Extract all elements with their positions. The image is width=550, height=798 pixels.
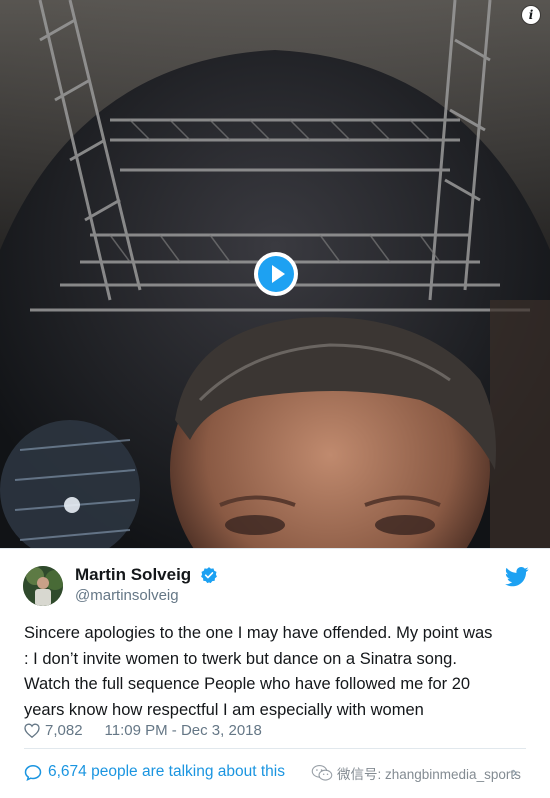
conversation-link[interactable]: 6,674 people are talking about this xyxy=(24,763,285,781)
tweet-text-line: Watch the full sequence People who have … xyxy=(24,675,471,693)
tweet-text-line: : I don’t invite women to twerk but danc… xyxy=(24,649,457,668)
speech-bubble-icon xyxy=(24,764,42,781)
tweet-media-video[interactable]: i xyxy=(0,0,550,548)
tweet-text: Sincere apologies to the one I may have … xyxy=(24,621,534,723)
chevron-right-icon[interactable]: › xyxy=(512,764,517,782)
tweet-meta: 7,082 11:09 PM - Dec 3, 2018 xyxy=(24,720,262,740)
timestamp[interactable]: 11:09 PM - Dec 3, 2018 xyxy=(105,722,262,739)
embedded-tweet: i Martin Solveig @martinsolveig Sincere … xyxy=(0,0,550,798)
watermark-text: 微信号: zhangbinmedia_sports xyxy=(337,767,521,782)
author-handle[interactable]: @martinsolveig xyxy=(75,587,179,604)
verified-badge-icon xyxy=(201,567,217,584)
wechat-watermark: 微信号: zhangbinmedia_sports xyxy=(311,763,521,783)
play-button[interactable] xyxy=(254,252,298,296)
conversation-count: 6,674 people are talking about this xyxy=(48,763,285,780)
avatar[interactable] xyxy=(23,566,63,606)
author-name[interactable]: Martin Solveig xyxy=(75,565,191,585)
twitter-bird-icon[interactable] xyxy=(505,567,529,587)
tweet-text-line: Sincere apologies to the one I may have … xyxy=(24,624,493,642)
divider xyxy=(24,748,526,749)
play-icon xyxy=(272,265,285,283)
like-count[interactable]: 7,082 xyxy=(45,722,83,739)
wechat-icon xyxy=(311,765,333,781)
info-icon[interactable]: i xyxy=(522,6,540,24)
heart-icon[interactable] xyxy=(24,722,40,738)
